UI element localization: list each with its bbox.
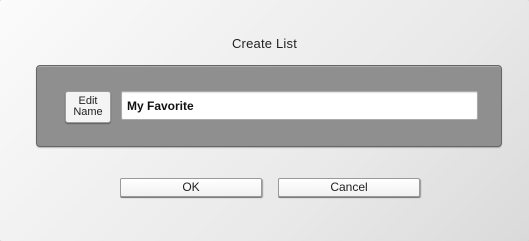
dialog-title: Create List	[231, 36, 298, 51]
edit-name-label-line2: Name	[73, 106, 103, 118]
cancel-button[interactable]: Cancel	[278, 178, 420, 197]
edit-name-button[interactable]: Edit Name	[65, 91, 111, 123]
ok-button[interactable]: OK	[120, 178, 262, 197]
create-list-dialog: Create List Edit Name OK Cancel	[0, 0, 529, 241]
edit-name-button-label: Edit Name	[73, 96, 102, 118]
name-panel: Edit Name	[36, 65, 502, 147]
list-name-field[interactable]	[121, 91, 478, 120]
